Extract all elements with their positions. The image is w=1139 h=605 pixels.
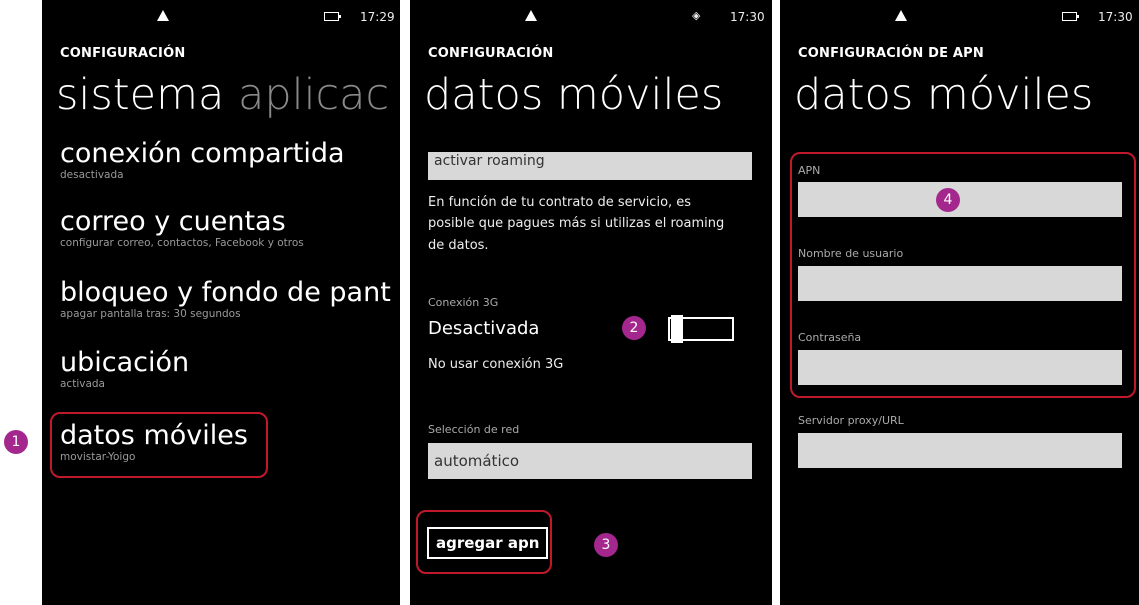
item-title: correo y cuentas <box>60 206 286 237</box>
list-item-tethering[interactable]: conexión compartida desactivada <box>60 138 345 181</box>
network-select[interactable]: automático <box>428 443 752 479</box>
item-title: ubicación <box>60 347 190 378</box>
battery-icon <box>1062 12 1079 21</box>
status-time: 17:29 <box>360 10 395 24</box>
item-subtitle: activada <box>60 378 105 391</box>
page-title: datos móviles <box>794 70 1094 120</box>
add-apn-button[interactable]: agregar apn <box>427 527 549 559</box>
toggle-knob <box>671 315 683 343</box>
roaming-select[interactable]: activar roaming <box>428 152 752 180</box>
status-time: 17:30 <box>1098 10 1133 24</box>
item-subtitle: apagar pantalla tras: 30 segundos <box>60 308 241 321</box>
list-item-location[interactable]: ubicación activada <box>60 347 189 390</box>
item-title: conexión compartida <box>60 138 345 169</box>
status-bar: ◈ 17:30 <box>410 8 772 28</box>
pivot-aplicaciones[interactable]: aplicac <box>238 70 389 120</box>
list-item-lock-screen[interactable]: bloqueo y fondo de pant apagar pantalla … <box>60 277 391 320</box>
proxy-label: Servidor proxy/URL <box>798 414 904 427</box>
pivot-sistema[interactable]: sistema <box>56 70 224 120</box>
signal-icon <box>525 10 537 21</box>
network-label: Selección de red <box>428 423 520 436</box>
conn3g-description: No usar conexión 3G <box>428 357 564 372</box>
list-item-email-accounts[interactable]: correo y cuentas configurar correo, cont… <box>60 206 304 249</box>
page-header: CONFIGURACIÓN <box>428 46 554 61</box>
pivot-header: sistema aplicac <box>56 70 389 120</box>
apn-config-screen: 17:30 CONFIGURACIÓN DE APN datos móviles… <box>780 0 1139 605</box>
proxy-input[interactable] <box>798 433 1122 468</box>
highlight-apn-fields <box>790 152 1136 398</box>
page-header: CONFIGURACIÓN <box>60 46 186 61</box>
signal-icon <box>895 10 907 21</box>
step-badge-3: 3 <box>594 533 618 557</box>
item-subtitle: desactivada <box>60 169 124 182</box>
roaming-icon: ◈ <box>692 9 701 22</box>
conn3g-label: Conexión 3G <box>428 296 499 309</box>
item-subtitle: configurar correo, contactos, Facebook y… <box>60 237 304 250</box>
page-header: CONFIGURACIÓN DE APN <box>798 46 984 61</box>
page-title: datos móviles <box>424 70 724 120</box>
status-bar: 17:30 <box>780 8 1139 28</box>
status-bar: 17:29 <box>42 8 400 28</box>
conn3g-state: Desactivada <box>428 318 540 339</box>
status-time: 17:30 <box>730 10 765 24</box>
step-badge-2: 2 <box>622 316 646 340</box>
battery-icon <box>324 12 341 21</box>
conn3g-toggle[interactable] <box>668 315 734 343</box>
signal-icon <box>157 10 169 21</box>
item-title: bloqueo y fondo de pant <box>60 277 391 308</box>
roaming-info-text: En función de tu contrato de servicio, e… <box>428 195 725 253</box>
mobile-data-screen: ◈ 17:30 CONFIGURACIÓN datos móviles acti… <box>410 0 772 605</box>
highlight-mobile-data <box>50 412 268 478</box>
settings-system-screen: 17:29 CONFIGURACIÓN sistema aplicac cone… <box>42 0 400 605</box>
step-badge-1: 1 <box>4 430 28 454</box>
